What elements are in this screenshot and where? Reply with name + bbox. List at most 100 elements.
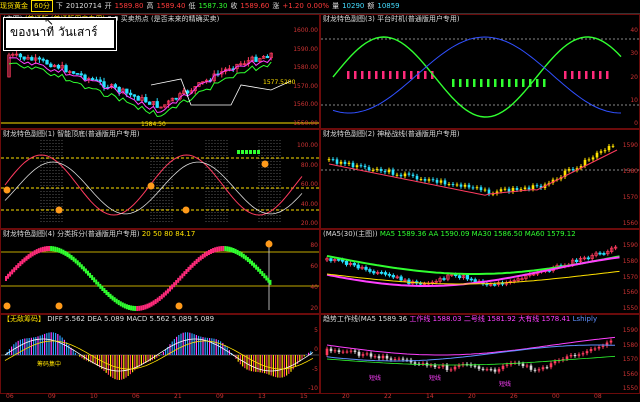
wave-block <box>269 279 272 285</box>
candle-body <box>483 189 487 191</box>
candle-body <box>333 350 337 352</box>
candle-body <box>90 78 95 81</box>
candle-body <box>571 169 575 171</box>
wave-block <box>173 282 176 288</box>
short-label-3: 短线 <box>499 381 512 388</box>
candle-body <box>503 188 507 190</box>
candle-body <box>421 363 425 365</box>
candle-body <box>419 179 423 181</box>
chip-macd-panel[interactable]: 【无敌筹码】 DIFF 5.562 DEA 5.089 MACD 5.562 5… <box>0 314 320 394</box>
wave-block <box>248 258 251 264</box>
wave-block <box>66 252 69 258</box>
candle-body <box>471 187 475 189</box>
quote-field-4: 开 <box>104 2 112 10</box>
category-split-chart <box>1 240 319 311</box>
p2-axis-label: 0 <box>634 120 638 127</box>
trend-workline-title: 趋势工作线(MA5 1589.36 工作线 1588.03 二号线 1581.9… <box>323 315 598 323</box>
wave-block <box>50 246 53 252</box>
candle-body <box>265 56 270 59</box>
wave-block <box>160 294 163 300</box>
wave-block <box>43 246 46 252</box>
wave-block <box>97 281 100 287</box>
time-axis-label: 09 <box>216 393 224 400</box>
candle-body <box>457 365 461 367</box>
candle-body <box>499 189 503 192</box>
wave-block <box>80 264 83 270</box>
bull-block <box>578 71 581 79</box>
wave-block <box>78 262 81 268</box>
quote-field-3: 20120714 <box>65 2 102 10</box>
candle-body <box>71 71 76 74</box>
bull-block <box>606 71 609 79</box>
wave-block <box>87 270 89 276</box>
p6-axis-label: 1550 <box>622 305 638 312</box>
candle-body <box>364 266 368 270</box>
wave-block <box>95 279 98 285</box>
wave-block <box>166 288 169 294</box>
bear-block <box>480 79 483 87</box>
candle-body <box>598 252 602 255</box>
wave-block <box>226 246 229 252</box>
candle-body <box>523 187 527 190</box>
wave-block <box>84 268 87 274</box>
wave-block <box>148 302 151 308</box>
candle-body <box>565 356 569 360</box>
wave-block <box>121 302 124 308</box>
time-axis-label: 15 <box>300 393 308 400</box>
candle-body <box>489 369 493 371</box>
candle-body <box>359 165 363 167</box>
smart-top-bottom-panel[interactable]: 财龙特色副图(1) 智能顶底(普通版用户专用) 100.00 80.00 60.00… <box>0 129 320 229</box>
p4-axis-label: 1580 <box>622 168 638 175</box>
mystery-battleline-panel[interactable]: 财龙特色副图(2) 神秘战线(普通版用户专用) 1590 1580 1570 1560 <box>320 129 640 229</box>
candle-body <box>415 175 419 180</box>
candle-body <box>459 184 463 187</box>
wave-block <box>179 275 182 281</box>
p2-axis-label: 10 <box>630 96 638 104</box>
candle-body <box>393 358 397 360</box>
candle-body <box>353 350 357 352</box>
quote-field-11: 1589.60 <box>240 2 270 10</box>
candle-body <box>368 269 372 272</box>
wave-block <box>134 305 137 311</box>
top-marker <box>237 150 240 154</box>
candle-body <box>541 367 545 370</box>
candle-body <box>451 184 455 186</box>
wave-block <box>152 300 155 306</box>
candle-body <box>144 97 148 103</box>
candle-body <box>401 358 405 360</box>
wave-block <box>101 286 104 292</box>
wave-block <box>193 260 196 266</box>
candle-body <box>399 174 403 177</box>
category-split-panel[interactable]: 财龙特色副图(4) 分类拆分(普通版用户专用) 20 50 80 84.17 8… <box>0 229 320 314</box>
wave-block <box>91 275 94 281</box>
platform-timing-panel[interactable]: 财龙特色副图(3) 平台时机(普通版用户专用) 40 30 20 10 0 <box>320 14 640 129</box>
candle-body <box>519 189 523 191</box>
candle-body <box>569 355 573 357</box>
wave-block <box>171 284 174 290</box>
candle-body <box>437 366 441 368</box>
p7-axis-label: 5 <box>314 327 318 334</box>
candle-body <box>22 56 26 60</box>
level-label-1: 1577.5200 <box>263 79 296 86</box>
signal-dot <box>182 206 190 214</box>
trend-workline-panel[interactable]: 趋势工作线(MA5 1589.36 工作线 1588.03 二号线 1581.9… <box>320 314 640 394</box>
candle-body <box>585 351 589 354</box>
candle-body <box>365 353 369 355</box>
candle-body <box>385 355 389 359</box>
wave-block <box>246 257 249 263</box>
candle-body <box>337 350 341 353</box>
platform-timing-chart <box>321 36 639 118</box>
candle-body <box>395 174 399 176</box>
bear-block <box>452 79 455 87</box>
bear-block <box>522 79 525 87</box>
wave-block <box>150 301 153 307</box>
callout-right-text: วันเสาร์ <box>58 25 98 39</box>
candle-body <box>407 173 411 175</box>
candle-body <box>339 161 343 164</box>
wave-block <box>21 259 24 265</box>
ma-main-panel[interactable]: (MA5(30)(主图)) MA5 1589.36 AA 1590.09 MA3… <box>320 229 640 314</box>
quote-field-1[interactable]: 60分 <box>31 0 53 12</box>
time-axis-label: 26 <box>510 393 518 400</box>
candle-body <box>497 369 501 372</box>
wave-block <box>58 247 61 253</box>
